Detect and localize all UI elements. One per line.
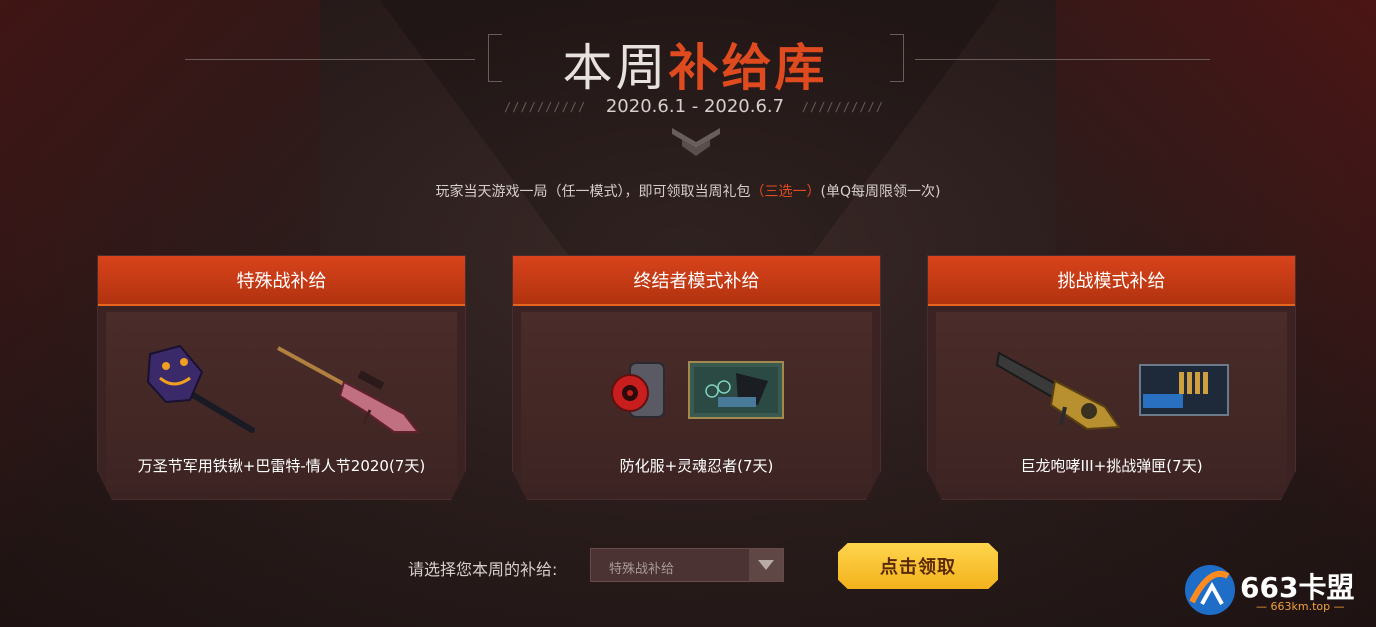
card-body: 万圣节军用铁锹+巴雷特-情人节2020(7天) xyxy=(106,312,457,491)
claim-button[interactable]: 点击领取 xyxy=(838,543,998,589)
card-title: 终结者模式补给 xyxy=(513,256,880,306)
title-part2: 补给库 xyxy=(668,39,828,97)
watermark: 663卡盟 — 663km.top — xyxy=(1182,560,1372,622)
supply-card-special[interactable]: 特殊战补给 万圣节军用铁锹+巴雷特-情人节2020(7天) xyxy=(97,255,466,500)
notice-main: 玩家当天游戏一局（任一模式），即可领取当周礼包 xyxy=(435,184,751,200)
card-items xyxy=(936,340,1287,440)
choose-supply-label: 请选择您本周的补给: xyxy=(408,560,558,579)
supply-select[interactable]: 特殊战补给 xyxy=(590,548,784,582)
page-title: 本周补给库 xyxy=(500,28,890,100)
date-row: ////////// 2020.6.1 - 2020.6.7 /////////… xyxy=(500,96,890,120)
card-title: 特殊战补给 xyxy=(98,256,465,306)
notice-highlight: （三选一） xyxy=(750,184,821,200)
card-reward-label: 防化服+灵魂忍者(7天) xyxy=(619,457,774,475)
dropdown-arrow-icon[interactable] xyxy=(749,549,783,581)
select-value: 特殊战补给 xyxy=(609,562,675,577)
card-body: 巨龙咆哮III+挑战弹匣(7天) xyxy=(936,312,1287,491)
supply-card-challenge[interactable]: 挑战模式补给 巨龙咆哮III+挑战弹匣(7天) xyxy=(927,255,1296,500)
barrett-rifle-icon xyxy=(276,346,420,433)
title-bracket-right xyxy=(890,34,904,82)
card-items xyxy=(521,340,872,440)
supply-card-terminator[interactable]: 终结者模式补给 防化服+灵魂忍者(7天) xyxy=(512,255,881,500)
watermark-sub: — 663km.top — xyxy=(1256,600,1345,613)
card-items xyxy=(106,340,457,440)
title-divider-left xyxy=(185,59,475,60)
notice-text: 玩家当天游戏一局（任一模式），即可领取当周礼包（三选一）(单Q每周限领一次) xyxy=(0,181,1376,201)
gatling-gun-icon xyxy=(995,351,1121,431)
hazmat-suit-icon xyxy=(610,362,665,418)
notice-limit: (单Q每周限领一次) xyxy=(820,184,941,200)
title-part1: 本周 xyxy=(562,39,669,97)
watermark-logo-icon xyxy=(1185,565,1235,615)
card-reward-label: 巨龙咆哮III+挑战弹匣(7天) xyxy=(1020,457,1203,475)
ammo-box-icon xyxy=(1138,364,1229,416)
soul-ninja-card-icon xyxy=(687,361,784,419)
card-reward-label: 万圣节军用铁锹+巴雷特-情人节2020(7天) xyxy=(137,457,426,475)
halloween-shovel-icon xyxy=(146,344,255,433)
chevron-down-icon xyxy=(672,128,720,156)
title-divider-right xyxy=(915,59,1210,60)
card-title: 挑战模式补给 xyxy=(928,256,1295,306)
slashes-right: ////////// xyxy=(801,100,884,114)
card-body: 防化服+灵魂忍者(7天) xyxy=(521,312,872,491)
